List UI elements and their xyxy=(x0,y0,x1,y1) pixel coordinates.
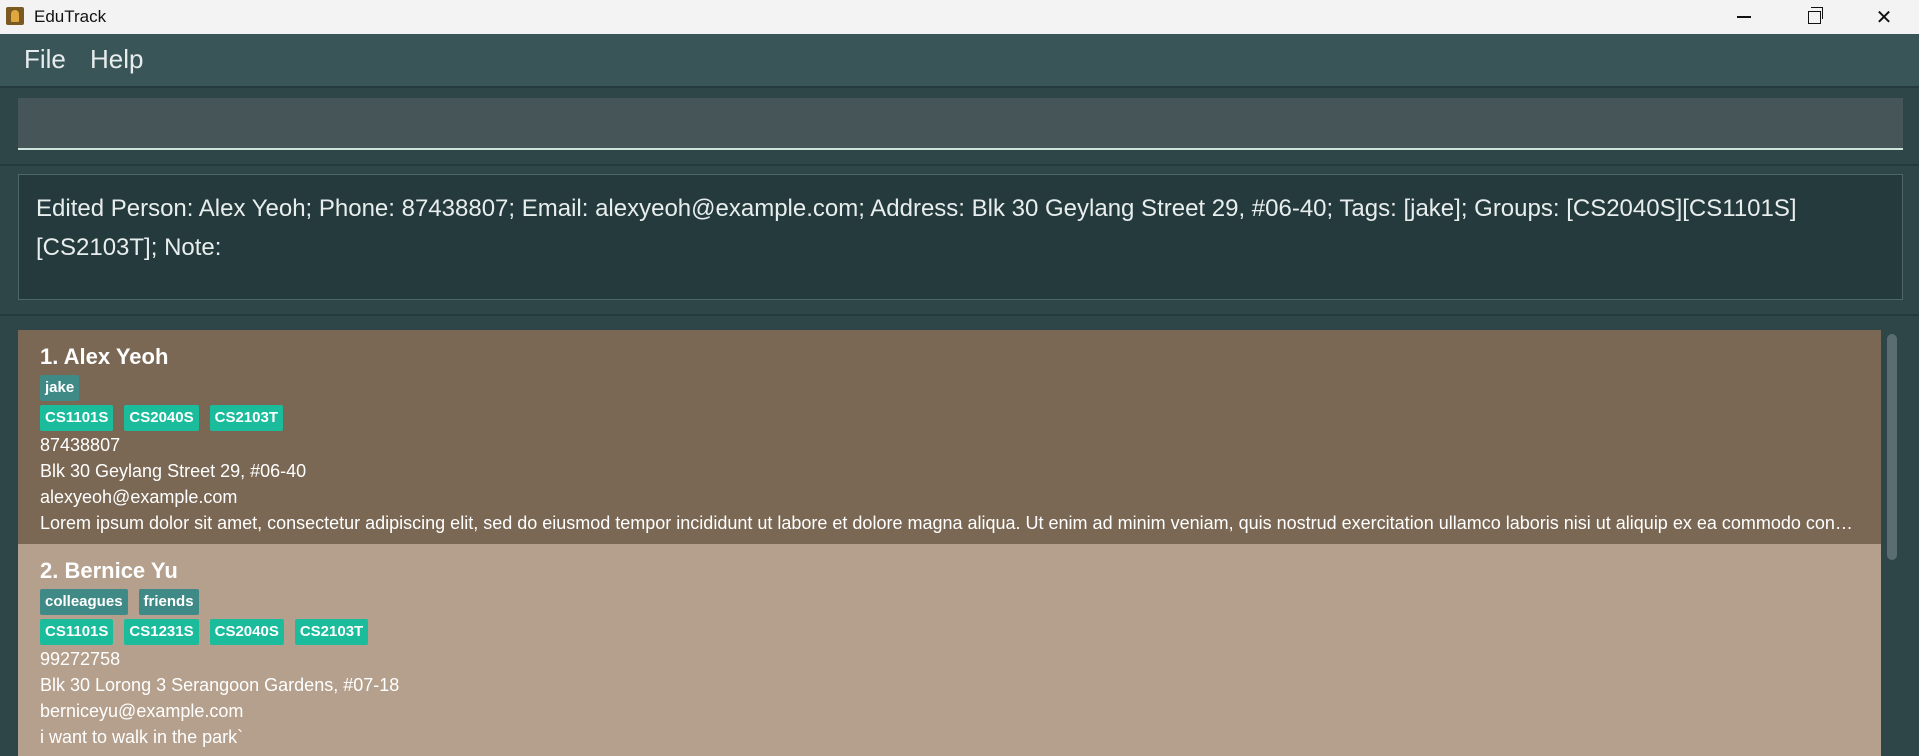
group-badge: CS1231S xyxy=(124,619,199,645)
minimize-button[interactable] xyxy=(1709,0,1779,34)
person-email: alexyeoh@example.com xyxy=(40,487,238,507)
group-badge: CS2040S xyxy=(209,619,284,645)
close-button[interactable]: ✕ xyxy=(1849,0,1919,34)
tag-row: jake xyxy=(40,374,1859,402)
window-title-bar: EduTrack ✕ xyxy=(0,0,1919,34)
person-phone: 87438807 xyxy=(40,435,121,455)
tag-badge: friends xyxy=(138,589,199,615)
tag-badge: colleagues xyxy=(40,589,128,615)
group-row: CS1101S CS1231S CS2040S CS2103T xyxy=(40,618,1859,646)
scrollbar-thumb[interactable] xyxy=(1887,334,1897,560)
group-row: CS1101S CS2040S CS2103T xyxy=(40,404,1859,432)
menu-bar: File Help xyxy=(0,34,1919,86)
person-note: Lorem ipsum dolor sit amet, consectetur … xyxy=(40,513,1859,533)
person-list[interactable]: 1. Alex Yeoh jake CS1101S CS2040S CS2103… xyxy=(18,330,1881,756)
person-address: Blk 30 Lorong 3 Serangoon Gardens, #07-1… xyxy=(40,675,400,695)
person-email: berniceyu@example.com xyxy=(40,701,244,721)
group-badge: CS2103T xyxy=(294,619,369,645)
result-display: Edited Person: Alex Yeoh; Phone: 8743880… xyxy=(18,174,1903,300)
person-phone: 99272758 xyxy=(40,649,121,669)
group-badge: CS2040S xyxy=(124,405,199,431)
person-card[interactable]: 2. Bernice Yu colleagues friends CS1101S… xyxy=(18,544,1881,756)
list-scrollbar[interactable] xyxy=(1885,330,1899,756)
menu-file[interactable]: File xyxy=(24,44,66,75)
person-list-panel: 1. Alex Yeoh jake CS1101S CS2040S CS2103… xyxy=(0,316,1919,756)
app-icon xyxy=(6,7,24,25)
group-badge: CS1101S xyxy=(40,619,114,645)
maximize-button[interactable] xyxy=(1779,0,1849,34)
close-icon: ✕ xyxy=(1875,5,1893,29)
window-title: EduTrack xyxy=(34,7,107,26)
command-input[interactable] xyxy=(18,98,1903,150)
person-name: 2. Bernice Yu xyxy=(40,558,178,583)
person-address: Blk 30 Geylang Street 29, #06-40 xyxy=(40,461,307,481)
tag-row: colleagues friends xyxy=(40,588,1859,616)
group-badge: CS2103T xyxy=(209,405,283,431)
restore-icon xyxy=(1807,6,1823,24)
person-name: 1. Alex Yeoh xyxy=(40,344,169,369)
result-display-panel: Edited Person: Alex Yeoh; Phone: 8743880… xyxy=(0,166,1919,314)
person-card[interactable]: 1. Alex Yeoh jake CS1101S CS2040S CS2103… xyxy=(18,330,1881,544)
minimize-icon xyxy=(1737,16,1751,18)
command-box-panel xyxy=(0,88,1919,164)
tag-badge: jake xyxy=(40,375,80,401)
menu-help[interactable]: Help xyxy=(90,44,143,75)
person-note: i want to walk in the park` xyxy=(40,727,244,747)
group-badge: CS1101S xyxy=(40,405,114,431)
